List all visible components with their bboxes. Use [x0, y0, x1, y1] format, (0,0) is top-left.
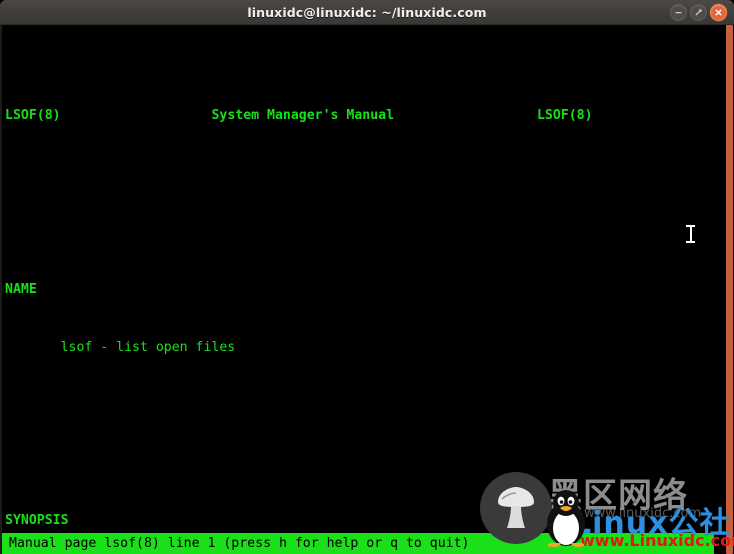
synopsis-title: SYNOPSIS: [5, 513, 69, 529]
section-title-name: NAME: [2, 280, 734, 299]
blank-row: [2, 183, 734, 202]
window-controls: [670, 0, 727, 25]
maximize-icon: [695, 9, 702, 16]
man-header-gap2: [394, 108, 537, 123]
name-title: NAME: [5, 281, 37, 297]
name-body: lsof - list open files: [60, 339, 236, 355]
man-header-center: System Manager's Manual: [211, 108, 395, 124]
minimize-button[interactable]: [670, 4, 687, 21]
man-page-content: LSOF(8) System Manager's Manual LSOF(8) …: [2, 25, 734, 554]
pager-status-bar: Manual page lsof(8) line 1 (press h for …: [2, 533, 714, 554]
blank-row: [2, 415, 734, 434]
text-cursor-icon: [686, 224, 695, 244]
man-header-left: LSOF(8): [5, 108, 61, 124]
maximize-button[interactable]: [690, 4, 707, 21]
man-header-row: LSOF(8) System Manager's Manual LSOF(8): [2, 106, 734, 125]
terminal-window: linuxidc@linuxidc: ~/linuxidc.com LSOF(8…: [0, 0, 734, 554]
section-title-synopsis: SYNOPSIS: [2, 511, 734, 530]
terminal-body[interactable]: LSOF(8) System Manager's Manual LSOF(8) …: [0, 25, 734, 554]
window-titlebar[interactable]: linuxidc@linuxidc: ~/linuxidc.com: [0, 0, 734, 25]
scrollbar-thumb[interactable]: [726, 25, 733, 554]
close-icon: [715, 9, 722, 16]
name-body-row: lsof - list open files: [2, 338, 734, 357]
window-title: linuxidc@linuxidc: ~/linuxidc.com: [247, 4, 487, 20]
minimize-icon: [675, 12, 682, 14]
close-button[interactable]: [710, 4, 727, 21]
man-header-right: LSOF(8): [536, 108, 593, 124]
terminal-scrollbar[interactable]: [725, 25, 734, 554]
man-header-gap1: [61, 108, 212, 123]
